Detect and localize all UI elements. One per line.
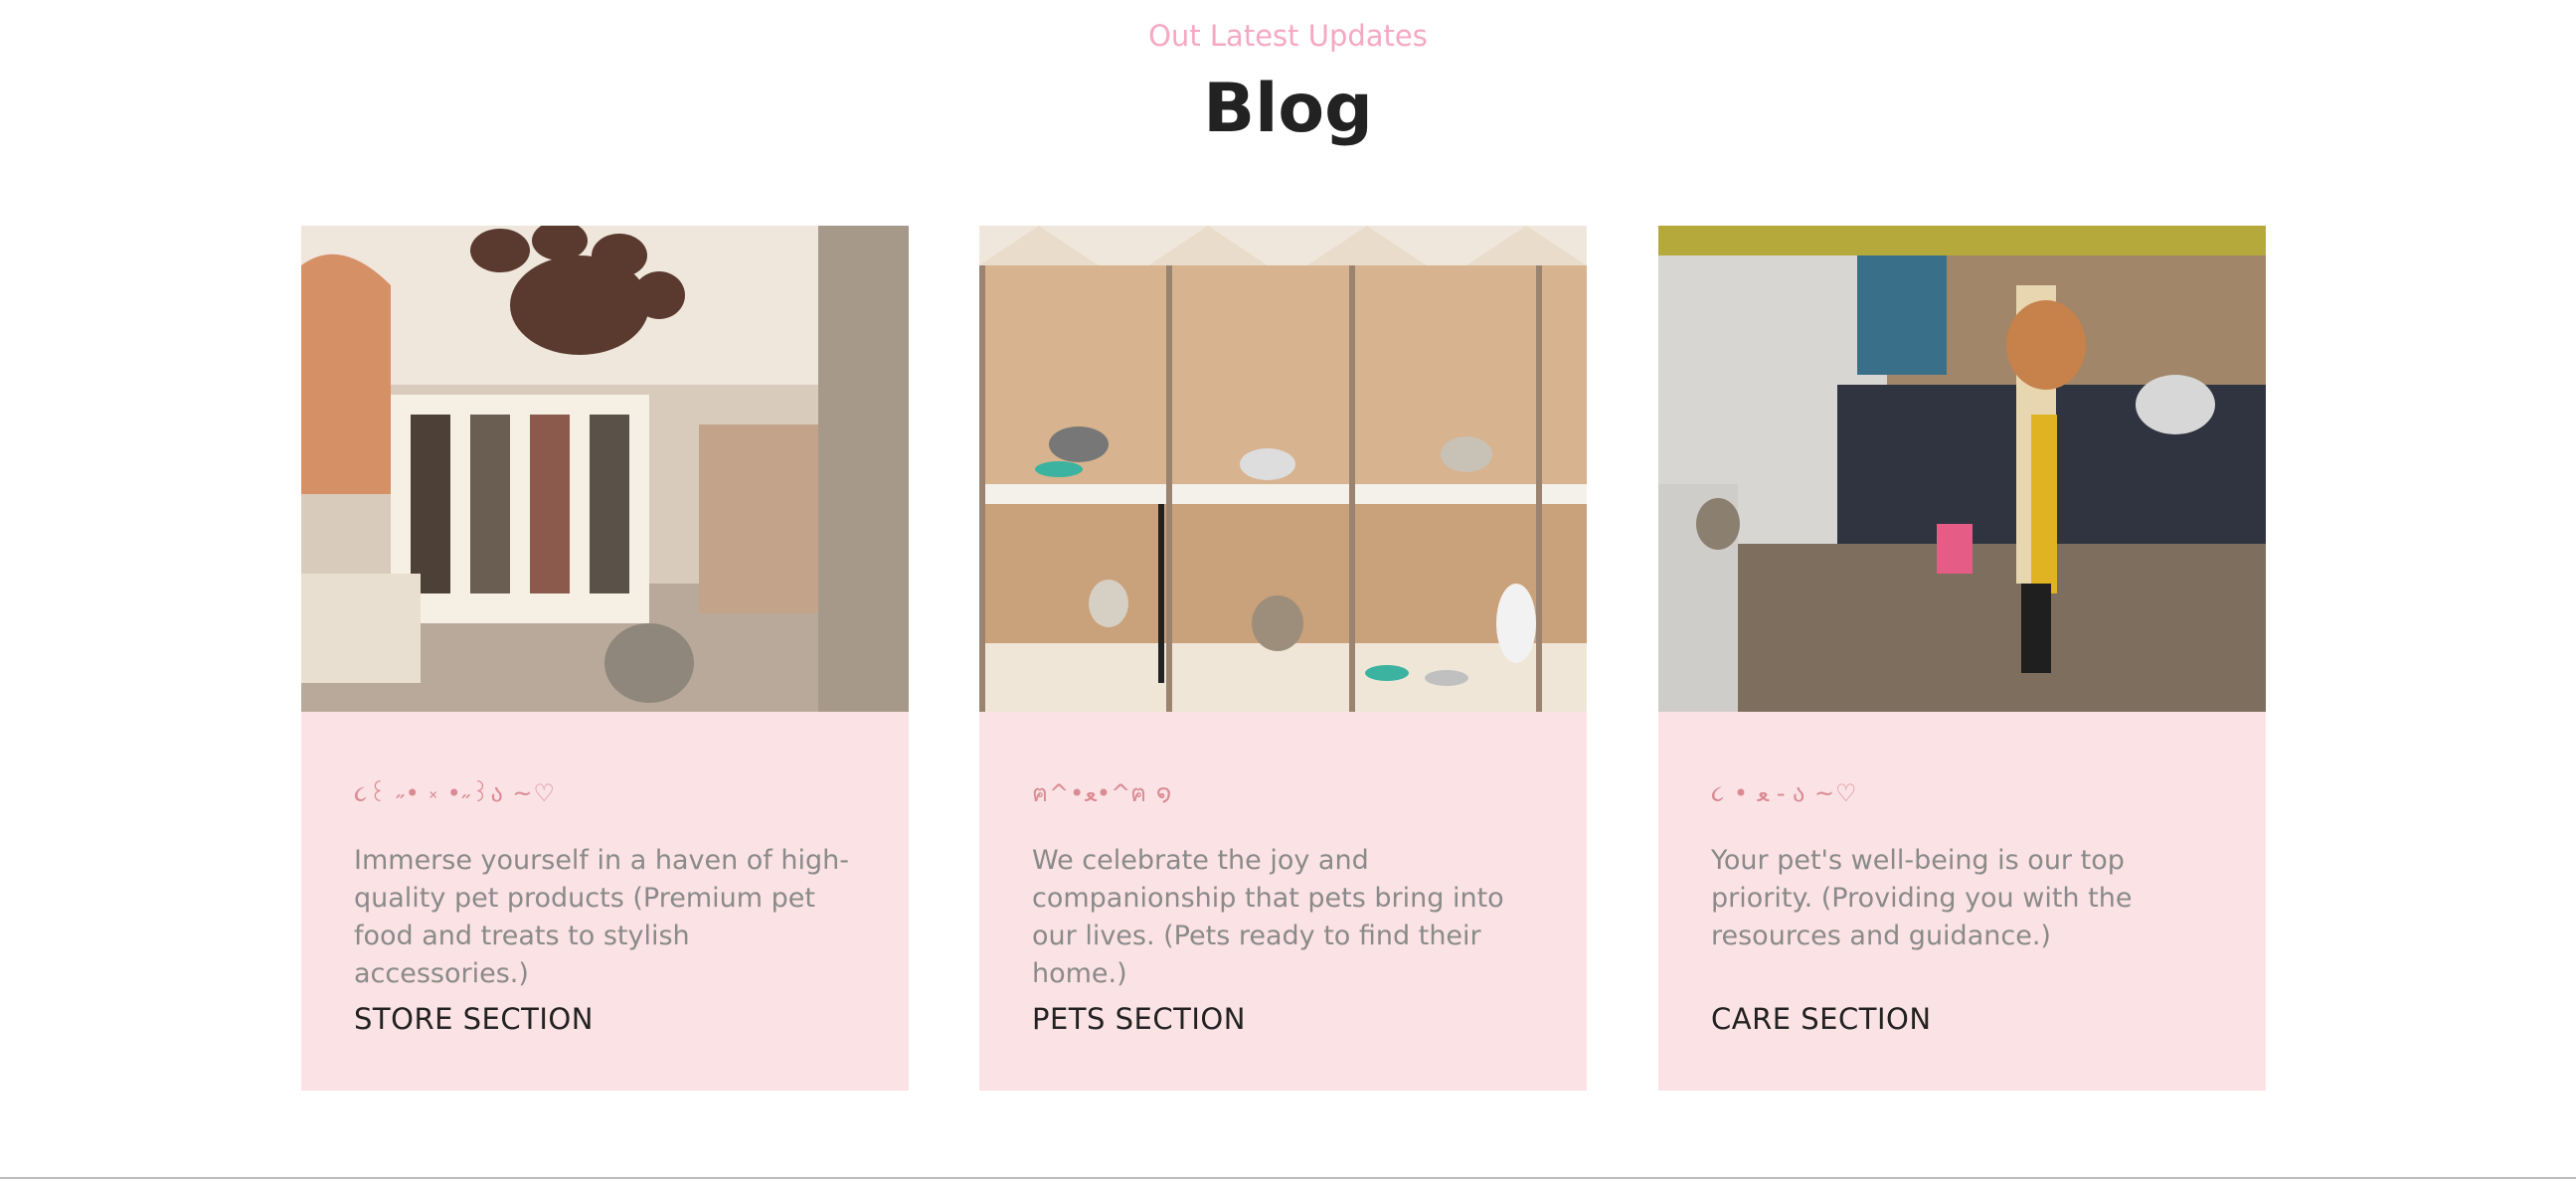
card-kaomoji: ฅ^•ﻌ•^ฅ ໑ <box>1032 779 1173 807</box>
pets-section-link[interactable]: PETS SECTION <box>1032 999 1246 1039</box>
card-description: We celebrate the joy and companionship t… <box>1032 845 1504 989</box>
footer-divider <box>0 1177 2576 1179</box>
blog-card-care[interactable]: ૮ • ﻌ - ა ~♡ Your pet's well-being is ou… <box>1658 226 2266 1091</box>
pet-grooming-image[interactable] <box>1658 226 2266 712</box>
pet-kennels-illustration <box>979 226 1587 712</box>
section-title: Blog <box>1203 70 1373 148</box>
card-kaomoji: ૮ • ﻌ - ა ~♡ <box>1711 779 1858 807</box>
store-section-link[interactable]: STORE SECTION <box>354 999 594 1039</box>
pet-kennels-image[interactable] <box>979 226 1587 712</box>
blog-page: Out Latest Updates Blog ૮꒰ ˶• ༝ •˶꒱ა ~♡ … <box>0 0 2576 1181</box>
blog-card-pets[interactable]: ฅ^•ﻌ•^ฅ ໑ We celebrate the joy and compa… <box>979 226 1587 1091</box>
store-interior-image[interactable] <box>301 226 909 712</box>
care-section-link[interactable]: CARE SECTION <box>1711 999 1932 1039</box>
store-interior-illustration <box>301 226 909 712</box>
blog-card-store[interactable]: ૮꒰ ˶• ༝ •˶꒱ა ~♡ Immerse yourself in a ha… <box>301 226 909 1091</box>
card-description: Immerse yourself in a haven of high-qual… <box>354 845 849 989</box>
card-description: Your pet's well-being is our top priorit… <box>1711 845 2133 951</box>
pet-grooming-illustration <box>1658 226 2266 712</box>
section-eyebrow: Out Latest Updates <box>1148 19 1428 53</box>
card-kaomoji: ૮꒰ ˶• ༝ •˶꒱ა ~♡ <box>354 779 557 807</box>
